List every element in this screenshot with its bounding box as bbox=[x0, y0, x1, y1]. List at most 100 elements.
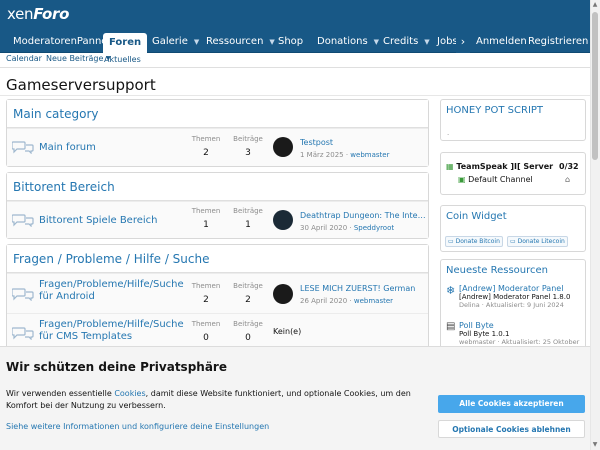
latest-meta: 26 April 2020 · webmaster bbox=[300, 297, 394, 305]
site-logo[interactable]: xenForo bbox=[7, 5, 69, 23]
forum-chat-icon bbox=[12, 141, 34, 154]
scroll-down-icon[interactable]: ▼ bbox=[591, 441, 599, 449]
category-title[interactable]: Bittorent Bereich bbox=[7, 173, 428, 201]
chevron-down-icon[interactable]: ▼ bbox=[106, 55, 111, 62]
category-title[interactable]: Main category bbox=[7, 100, 428, 128]
forum-title[interactable]: Bittorent Spiele Bereich bbox=[39, 215, 158, 227]
teamspeak-channel-name: Default Channel bbox=[468, 175, 533, 184]
forum-title[interactable]: Fragen/Probleme/Hilfe/Suche für Android bbox=[39, 279, 184, 303]
latest-thread-title[interactable]: Deathtrap Dungeon: The Interactive Video bbox=[300, 211, 428, 220]
scroll-up-icon[interactable]: ▲ bbox=[591, 1, 599, 9]
category-block: Fragen / Probleme / Hilfe / Suche Fragen… bbox=[6, 244, 429, 352]
stat-label: Themen bbox=[191, 282, 221, 290]
nav-scroll-right-icon[interactable]: › bbox=[456, 31, 470, 53]
resource-version: Poll Byte 1.0.1 bbox=[459, 330, 510, 338]
posts-stat: Beiträge 1 bbox=[228, 207, 268, 230]
latest-date: 30 April 2020 bbox=[300, 224, 348, 232]
nav-tab-label: Credits bbox=[383, 36, 419, 47]
avatar[interactable] bbox=[273, 284, 293, 304]
posts-stat: Beiträge 0 bbox=[228, 320, 268, 343]
stat-value: 1 bbox=[203, 220, 209, 230]
teamspeak-server-icon: ▦ bbox=[446, 162, 454, 171]
sub-nav: Calendar Neue Beiträge Aktuelles ▼ bbox=[0, 53, 600, 68]
stat-label: Beiträge bbox=[233, 320, 263, 328]
poll-icon: ▤ bbox=[446, 321, 456, 332]
stat-label: Beiträge bbox=[233, 282, 263, 290]
subnav-calendar[interactable]: Calendar bbox=[6, 54, 42, 63]
widget-title[interactable]: HONEY POT SCRIPT bbox=[441, 100, 585, 121]
donate-label: Donate Litecoin bbox=[517, 238, 565, 245]
threads-stat: Themen 1 bbox=[186, 207, 226, 230]
accept-all-cookies-button[interactable]: Alle Cookies akzeptieren bbox=[438, 395, 585, 413]
cookies-link[interactable]: Cookies bbox=[114, 389, 145, 398]
nav-tab-label: Galerie bbox=[152, 36, 188, 47]
subnav-new-posts[interactable]: Neue Beiträge bbox=[46, 54, 103, 63]
latest-date: 26 April 2020 bbox=[300, 297, 348, 305]
scrollbar-thumb[interactable] bbox=[592, 12, 598, 160]
latest-thread-title[interactable]: Testpost bbox=[300, 138, 428, 147]
latest-user-link[interactable]: webmaster bbox=[354, 297, 393, 305]
teamspeak-server[interactable]: ▦ TeamSpeak ]I[ Server bbox=[446, 162, 553, 171]
avatar[interactable] bbox=[273, 137, 293, 157]
donate-bitcoin-button[interactable]: ▭ Donate Bitcoin bbox=[445, 236, 503, 247]
widget-title[interactable]: Neueste Ressourcen bbox=[441, 260, 585, 281]
threads-stat: Themen 0 bbox=[186, 320, 226, 343]
forum-title-line: für CMS Templates bbox=[39, 331, 133, 342]
stat-label: Themen bbox=[191, 207, 221, 215]
stat-label: Beiträge bbox=[233, 135, 263, 143]
resource-title[interactable]: [Andrew] Moderator Panel bbox=[459, 284, 570, 293]
forum-title-line: für Android bbox=[39, 291, 95, 302]
resource-version: [Andrew] Moderator Panel 1.8.0 bbox=[459, 293, 571, 301]
posts-stat: Beiträge 2 bbox=[228, 282, 268, 305]
nav-tab-label: Ressourcen bbox=[206, 36, 264, 47]
register-link[interactable]: Registrieren bbox=[528, 31, 588, 53]
honeypot-dots: . bbox=[447, 129, 450, 137]
home-icon: ⌂ bbox=[565, 175, 571, 184]
teamspeak-widget: ▦ TeamSpeak ]I[ Server 0/32 ▣ Default Ch… bbox=[440, 152, 586, 195]
latest-thread-title[interactable]: LESE MICH ZUERST! German bbox=[300, 284, 428, 293]
forum-chat-icon bbox=[12, 288, 34, 301]
chevron-down-icon[interactable]: ▼ bbox=[424, 38, 429, 46]
cookie-settings-link[interactable]: Siehe weitere Informationen und konfigur… bbox=[6, 422, 269, 431]
latest-meta: 30 April 2020 · Speddyroot bbox=[300, 224, 395, 232]
nav-tab-credits[interactable]: Credits ▼ bbox=[377, 31, 436, 53]
login-link[interactable]: Anmelden bbox=[476, 31, 527, 53]
category-block: Bittorent Bereich Bittorent Spiele Berei… bbox=[6, 172, 429, 239]
avatar[interactable] bbox=[273, 210, 293, 230]
main-nav: ModeratorenPannel Foren Galerie ▼ Ressour… bbox=[0, 31, 600, 53]
resource-title[interactable]: Poll Byte bbox=[459, 321, 579, 330]
posts-stat: Beiträge 3 bbox=[228, 135, 268, 158]
nav-tab-shop[interactable]: Shop bbox=[272, 31, 309, 53]
widget-title[interactable]: Coin Widget bbox=[441, 206, 585, 227]
teamspeak-channel[interactable]: ▣ Default Channel bbox=[458, 175, 533, 184]
nav-tab-moderatorenpannel[interactable]: ModeratorenPannel bbox=[7, 31, 116, 53]
reject-optional-cookies-button[interactable]: Optionale Cookies ablehnen bbox=[438, 420, 585, 438]
logo-text-italic: Foro bbox=[33, 5, 70, 23]
channel-icon: ▣ bbox=[458, 175, 466, 184]
latest-user-link[interactable]: webmaster bbox=[350, 151, 389, 159]
nav-tab-foren[interactable]: Foren bbox=[103, 33, 148, 53]
teamspeak-count: 0/32 bbox=[559, 162, 579, 171]
chevron-down-icon[interactable]: ▼ bbox=[194, 38, 199, 46]
nav-tab-donations[interactable]: Donations ▼ bbox=[311, 31, 385, 53]
divider bbox=[0, 95, 590, 96]
threads-stat: Themen 2 bbox=[186, 135, 226, 158]
latest-meta: 1 März 2025 · webmaster bbox=[300, 151, 390, 159]
stat-label: Beiträge bbox=[233, 207, 263, 215]
forum-chat-icon bbox=[12, 214, 34, 227]
stat-label: Themen bbox=[191, 135, 221, 143]
forum-title[interactable]: Fragen/Probleme/Hilfe/Suche für CMS Templ… bbox=[39, 319, 184, 343]
category-title[interactable]: Fragen / Probleme / Hilfe / Suche bbox=[7, 245, 428, 273]
forum-title[interactable]: Main forum bbox=[39, 142, 96, 154]
donate-litecoin-button[interactable]: ▭ Donate Litecoin bbox=[507, 236, 568, 247]
nav-tab-ressourcen[interactable]: Ressourcen ▼ bbox=[200, 31, 281, 53]
donate-label: Donate Bitcoin bbox=[455, 238, 500, 245]
cookie-heading: Wir schützen deine Privatsphäre bbox=[6, 360, 227, 374]
page-scrollbar[interactable]: ▲ ▼ bbox=[590, 0, 600, 450]
latest-user-link[interactable]: Speddyroot bbox=[354, 224, 394, 232]
stat-label: Themen bbox=[191, 320, 221, 328]
nav-tab-galerie[interactable]: Galerie ▼ bbox=[146, 31, 205, 53]
forum-node: Main forum Themen 2 Beiträge 3 Testpost 1 … bbox=[7, 128, 428, 166]
stat-value: 1 bbox=[245, 220, 251, 230]
stat-value: 0 bbox=[203, 333, 209, 343]
